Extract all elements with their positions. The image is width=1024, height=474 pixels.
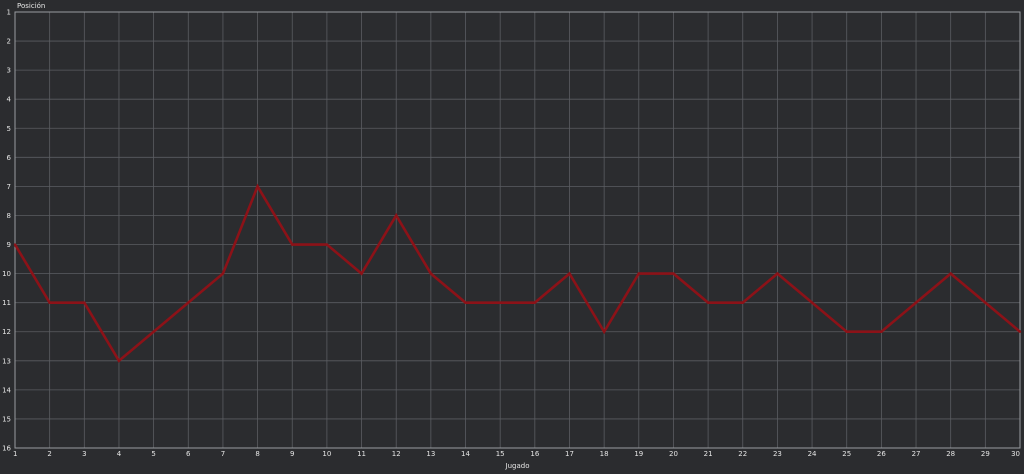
x-axis-label: Jugado bbox=[505, 462, 530, 470]
data-point-14 bbox=[464, 301, 467, 304]
x-tick-label-25: 25 bbox=[842, 450, 851, 458]
x-tick-label-29: 29 bbox=[981, 450, 990, 458]
data-point-18 bbox=[602, 330, 606, 333]
x-tick-label-20: 20 bbox=[669, 450, 678, 458]
y-tick-label-6: 6 bbox=[7, 154, 12, 162]
y-tick-label-7: 7 bbox=[7, 183, 11, 191]
y-tick-label-14: 14 bbox=[2, 386, 11, 394]
x-tick-label-19: 19 bbox=[634, 450, 643, 458]
x-tick-label-9: 9 bbox=[290, 450, 294, 458]
data-point-30 bbox=[1018, 330, 1022, 333]
x-tick-label-28: 28 bbox=[946, 450, 955, 458]
x-tick-label-8: 8 bbox=[255, 450, 259, 458]
data-point-1 bbox=[13, 243, 17, 246]
data-point-8 bbox=[256, 185, 259, 188]
y-tick-label-10: 10 bbox=[2, 270, 11, 278]
x-tick-label-14: 14 bbox=[461, 450, 470, 458]
x-tick-label-10: 10 bbox=[322, 450, 331, 458]
y-tick-label-4: 4 bbox=[7, 96, 12, 104]
position-line-chart: 12345678910111213141516 1 2 3 4 5 6 7 8 9 10 11 12 1… bbox=[2, 2, 1022, 470]
data-point-10 bbox=[325, 243, 329, 246]
y-tick-label-16: 16 bbox=[2, 445, 11, 453]
y-tick-label-1: 1 bbox=[7, 9, 11, 17]
x-tick-label-17: 17 bbox=[565, 450, 574, 458]
y-tick-label-9: 9 bbox=[7, 241, 11, 249]
data-point-7 bbox=[221, 272, 225, 275]
y-tick-label-13: 13 bbox=[2, 357, 11, 365]
data-point-23 bbox=[776, 272, 779, 275]
data-point-4 bbox=[117, 359, 121, 362]
data-point-17 bbox=[568, 272, 571, 275]
x-tick-label-16: 16 bbox=[530, 450, 539, 458]
x-tick-label-5: 5 bbox=[151, 450, 155, 458]
data-point-16 bbox=[533, 301, 537, 304]
y-tick-label-11: 11 bbox=[2, 299, 11, 307]
y-tick-label-12: 12 bbox=[2, 328, 11, 336]
y-tick-label-3: 3 bbox=[7, 67, 11, 75]
y-tick-label-8: 8 bbox=[7, 212, 11, 220]
data-point-3 bbox=[83, 301, 86, 304]
x-tick-label-4: 4 bbox=[117, 450, 122, 458]
plot-border bbox=[14, 11, 1021, 449]
data-point-19 bbox=[637, 272, 640, 275]
x-tick-label-12: 12 bbox=[392, 450, 401, 458]
data-point-2 bbox=[48, 301, 51, 304]
data-point-21 bbox=[706, 301, 710, 304]
data-point-27 bbox=[914, 301, 918, 304]
plot-frame bbox=[14, 11, 1021, 449]
data-point-11 bbox=[360, 272, 363, 275]
data-point-9 bbox=[291, 243, 294, 246]
y-tick-label-2: 2 bbox=[7, 38, 11, 46]
data-point-29 bbox=[984, 301, 987, 304]
y-axis-label: Posición bbox=[17, 2, 45, 10]
data-point-13 bbox=[429, 272, 433, 275]
y-tick-labels: 12345678910111213141516 bbox=[2, 9, 11, 453]
x-tick-label-24: 24 bbox=[808, 450, 817, 458]
x-tick-label-27: 27 bbox=[912, 450, 921, 458]
data-point-28 bbox=[949, 272, 952, 275]
data-point-24 bbox=[810, 301, 814, 304]
x-tick-label-3: 3 bbox=[82, 450, 86, 458]
x-tick-label-7: 7 bbox=[221, 450, 225, 458]
x-tick-label-23: 23 bbox=[773, 450, 782, 458]
x-tick-labels: 1 2 3 4 5 6 7 8 9 10 11 12 13 14 15 16 17 18 19 20 21 22 23 24 2… bbox=[13, 450, 1020, 458]
data-point-5 bbox=[152, 330, 155, 333]
chart-container: 1 2 3 4 5 6 7 8 9 10 11 12 13 14 15 16 1 2 3 4 5 6 7 8 9 10 11 12 1… bbox=[0, 0, 1024, 474]
x-tick-label-30: 30 bbox=[1011, 450, 1020, 458]
x-tick-label-15: 15 bbox=[496, 450, 505, 458]
x-tick-label-26: 26 bbox=[877, 450, 886, 458]
data-point-25 bbox=[845, 330, 848, 333]
y-tick-label-5: 5 bbox=[7, 125, 11, 133]
x-tick-label-21: 21 bbox=[704, 450, 713, 458]
x-tick-label-2: 2 bbox=[47, 450, 51, 458]
x-tick-label-1: 1 bbox=[13, 450, 17, 458]
x-tick-label-6: 6 bbox=[186, 450, 191, 458]
data-point-20 bbox=[672, 272, 675, 275]
x-tick-label-11: 11 bbox=[357, 450, 366, 458]
x-tick-label-18: 18 bbox=[600, 450, 609, 458]
data-point-12 bbox=[395, 214, 398, 217]
data-point-6 bbox=[187, 301, 190, 304]
data-point-15 bbox=[498, 301, 502, 304]
data-point-26 bbox=[880, 330, 883, 333]
x-tick-label-13: 13 bbox=[426, 450, 435, 458]
grid bbox=[14, 11, 1021, 449]
data-point-22 bbox=[741, 301, 744, 304]
y-tick-label-15: 15 bbox=[2, 415, 11, 423]
x-tick-label-22: 22 bbox=[738, 450, 747, 458]
